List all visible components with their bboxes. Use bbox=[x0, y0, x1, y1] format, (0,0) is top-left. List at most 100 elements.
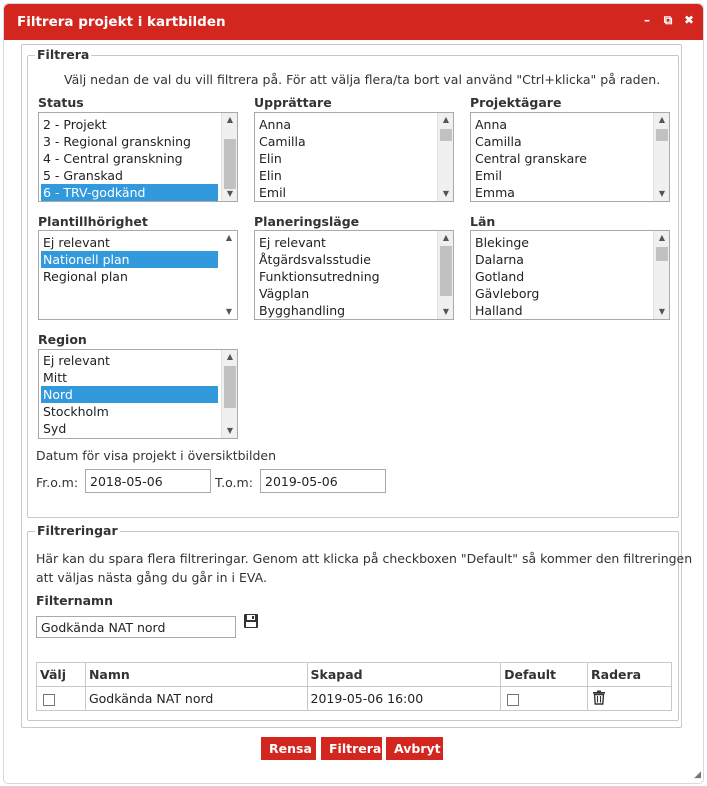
scroll-down-icon[interactable]: ▼ bbox=[221, 305, 237, 319]
projektagare-option[interactable]: Central granskare bbox=[473, 150, 650, 167]
dialog-titlebar[interactable]: Filtrera projekt i kartbilden – ⧉ ✖ bbox=[4, 4, 703, 40]
scroll-up-icon[interactable]: ▲ bbox=[221, 231, 237, 245]
upprattare-option[interactable]: Anna bbox=[257, 116, 434, 133]
scroll-thumb[interactable] bbox=[440, 246, 452, 296]
upprattare-option[interactable]: Emil bbox=[257, 184, 434, 201]
region-option[interactable]: Syd bbox=[41, 420, 218, 437]
scroll-down-icon[interactable]: ▼ bbox=[222, 424, 237, 438]
col-valj: Välj bbox=[36, 662, 86, 687]
plantillhorighet-option[interactable]: Regional plan bbox=[41, 268, 218, 285]
upprattare-option[interactable]: Elin bbox=[257, 167, 434, 184]
region-option[interactable]: Stockholm bbox=[41, 403, 218, 420]
scroll-thumb[interactable] bbox=[656, 247, 668, 261]
status-option[interactable]: 2 - Projekt bbox=[41, 116, 218, 133]
status-option[interactable]: 5 - Granskad bbox=[41, 167, 218, 184]
scroll-up-icon[interactable]: ▲ bbox=[222, 350, 237, 364]
scroll-down-icon[interactable]: ▼ bbox=[654, 187, 669, 201]
projektagare-option[interactable]: Emil bbox=[473, 167, 650, 184]
planeringslage-option[interactable]: Åtgärdsvalsstudie bbox=[257, 251, 434, 268]
status-option-selected[interactable]: 6 - TRV-godkänd bbox=[41, 184, 218, 201]
save-icon[interactable] bbox=[243, 613, 259, 629]
projektagare-scrollbar[interactable]: ▲ ▼ bbox=[653, 113, 669, 201]
region-option[interactable]: Ej relevant bbox=[41, 352, 218, 369]
scroll-down-icon[interactable]: ▼ bbox=[438, 305, 453, 319]
planeringslage-option[interactable]: Vägplan bbox=[257, 285, 434, 302]
scroll-thumb[interactable] bbox=[656, 129, 668, 141]
scroll-up-icon[interactable]: ▲ bbox=[222, 113, 237, 127]
planeringslage-option[interactable]: Bygghandling bbox=[257, 302, 434, 319]
filtrera-button[interactable]: Filtrera bbox=[321, 737, 382, 760]
projektagare-option[interactable]: Anna bbox=[473, 116, 650, 133]
resize-handle-icon[interactable]: ◢ bbox=[694, 770, 701, 780]
filternamn-input[interactable] bbox=[36, 616, 236, 638]
lan-option[interactable]: Halland bbox=[473, 302, 650, 319]
namn-cell: Godkända NAT nord bbox=[84, 686, 308, 711]
projektagare-option[interactable]: Emma bbox=[473, 184, 650, 201]
plantillhorighet-option[interactable]: Ej relevant bbox=[41, 234, 218, 251]
upprattare-scrollbar[interactable]: ▲ ▼ bbox=[437, 113, 453, 201]
region-listbox[interactable]: Ej relevant Mitt Nord Stockholm Syd ▲ ▼ bbox=[38, 349, 238, 439]
planeringslage-option[interactable]: Funktionsutredning bbox=[257, 268, 434, 285]
filtreringar-info: Här kan du spara flera filtreringar. Gen… bbox=[36, 551, 693, 566]
trash-icon[interactable] bbox=[592, 690, 606, 708]
lan-option[interactable]: Dalarna bbox=[473, 251, 650, 268]
filter-table: Välj Namn Skapad Default Radera Godkända… bbox=[36, 662, 672, 711]
planeringslage-option[interactable]: Ej relevant bbox=[257, 234, 434, 251]
planeringslage-listbox[interactable]: Ej relevant Åtgärdsvalsstudie Funktionsu… bbox=[254, 230, 454, 320]
status-option[interactable]: 3 - Regional granskning bbox=[41, 133, 218, 150]
lan-option[interactable]: Blekinge bbox=[473, 234, 650, 251]
table-row: Godkända NAT nord 2019-05-06 16:00 bbox=[36, 686, 672, 711]
region-label: Region bbox=[38, 332, 87, 347]
status-label: Status bbox=[38, 95, 84, 110]
scroll-up-icon[interactable]: ▲ bbox=[438, 113, 453, 127]
status-option[interactable]: 4 - Central granskning bbox=[41, 150, 218, 167]
popout-icon[interactable]: ⧉ bbox=[662, 13, 674, 28]
filtrera-legend: Filtrera bbox=[35, 47, 92, 62]
col-namn: Namn bbox=[84, 662, 308, 687]
lan-scrollbar[interactable]: ▲ ▼ bbox=[653, 231, 669, 319]
lan-option[interactable]: Gotland bbox=[473, 268, 650, 285]
region-option[interactable]: Mitt bbox=[41, 369, 218, 386]
upprattare-option[interactable]: Camilla bbox=[257, 133, 434, 150]
avbryt-button[interactable]: Avbryt bbox=[386, 737, 443, 760]
scroll-up-icon[interactable]: ▲ bbox=[438, 231, 453, 245]
minimize-icon[interactable]: – bbox=[641, 13, 653, 28]
filternamn-label: Filternamn bbox=[36, 593, 113, 608]
scroll-down-icon[interactable]: ▼ bbox=[654, 305, 669, 319]
upprattare-listbox[interactable]: Anna Camilla Elin Elin Emil ▲ ▼ bbox=[254, 112, 454, 202]
from-date-input[interactable] bbox=[85, 469, 211, 493]
close-icon[interactable]: ✖ bbox=[683, 13, 695, 28]
lan-option[interactable]: Gävleborg bbox=[473, 285, 650, 302]
table-header-row: Välj Namn Skapad Default Radera bbox=[36, 662, 672, 687]
projektagare-option[interactable]: Camilla bbox=[473, 133, 650, 150]
status-scrollbar[interactable]: ▲ ▼ bbox=[221, 113, 237, 201]
scroll-thumb[interactable] bbox=[440, 129, 452, 141]
default-checkbox[interactable] bbox=[507, 693, 520, 706]
rensa-button[interactable]: Rensa bbox=[261, 737, 316, 760]
scroll-up-icon[interactable]: ▲ bbox=[654, 113, 669, 127]
scroll-thumb[interactable] bbox=[224, 366, 236, 408]
plantillhorighet-option-selected[interactable]: Nationell plan bbox=[41, 251, 218, 268]
lan-listbox[interactable]: Blekinge Dalarna Gotland Gävleborg Halla… bbox=[470, 230, 670, 320]
radera-cell bbox=[587, 686, 672, 711]
planeringslage-scrollbar[interactable]: ▲ ▼ bbox=[437, 231, 453, 319]
scroll-down-icon[interactable]: ▼ bbox=[222, 187, 237, 201]
plantillhorighet-listbox[interactable]: Ej relevant Nationell plan Regional plan… bbox=[38, 230, 238, 320]
to-date-input[interactable] bbox=[260, 469, 386, 493]
filtreringar-legend: Filtreringar bbox=[35, 523, 120, 538]
region-scrollbar[interactable]: ▲ ▼ bbox=[221, 350, 237, 438]
plantillhorighet-scrollbar[interactable]: ▲ ▼ bbox=[221, 231, 237, 319]
scroll-up-icon[interactable]: ▲ bbox=[654, 231, 669, 245]
region-option-selected[interactable]: Nord bbox=[41, 386, 218, 403]
valj-checkbox[interactable] bbox=[43, 693, 55, 706]
col-radera: Radera bbox=[587, 662, 672, 687]
upprattare-option[interactable]: Elin bbox=[257, 150, 434, 167]
status-listbox[interactable]: 2 - Projekt 3 - Regional granskning 4 - … bbox=[38, 112, 238, 202]
scroll-thumb[interactable] bbox=[224, 139, 236, 189]
plantillhorighet-label: Plantillhörighet bbox=[38, 214, 148, 229]
filtreringar-info-line2: att väljas nästa gång du går in i EVA. bbox=[36, 570, 267, 585]
projektagare-listbox[interactable]: Anna Camilla Central granskare Emil Emma… bbox=[470, 112, 670, 202]
scroll-down-icon[interactable]: ▼ bbox=[438, 187, 453, 201]
filtrera-info: Välj nedan de val du vill filtrera på. F… bbox=[64, 72, 661, 87]
planeringslage-label: Planeringsläge bbox=[254, 214, 360, 229]
